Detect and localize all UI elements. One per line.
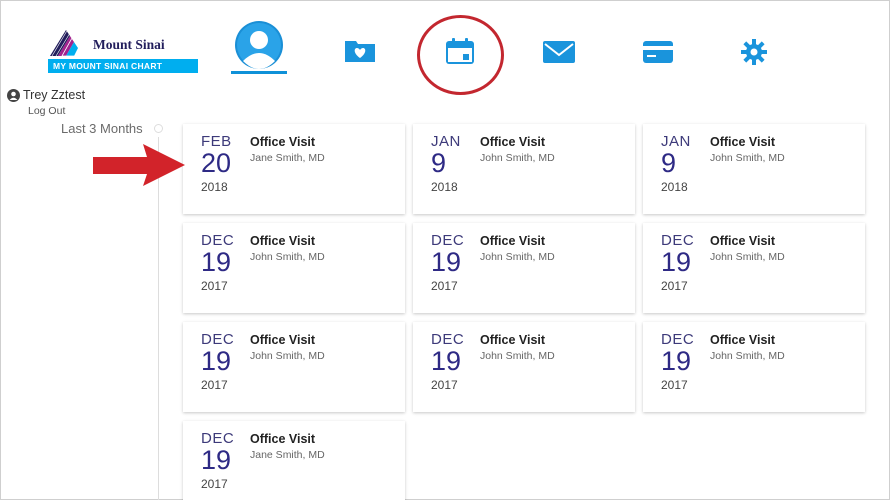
nav-messages[interactable] xyxy=(539,1,579,84)
visit-card[interactable]: DEC 19 2017 Office Visit John Smith, MD xyxy=(413,223,635,313)
visit-year: 2017 xyxy=(201,279,228,293)
visit-card[interactable]: DEC 19 2017 Office Visit John Smith, MD xyxy=(183,322,405,412)
visit-year: 2017 xyxy=(431,279,458,293)
visit-type: Office Visit xyxy=(710,333,776,347)
red-arrow-annotation xyxy=(93,144,185,186)
visit-day: 19 xyxy=(431,346,462,376)
mount-sinai-logo[interactable]: Mount Sinai MY MOUNT SINAI CHART xyxy=(48,26,198,74)
nav-settings[interactable] xyxy=(739,1,771,84)
avatar-icon xyxy=(235,21,283,69)
active-tab-indicator xyxy=(231,71,287,74)
visit-type: Office Visit xyxy=(710,135,776,149)
visit-day: 19 xyxy=(431,247,462,277)
mount-sinai-mark-icon xyxy=(50,28,85,56)
visit-provider: John Smith, MD xyxy=(710,350,785,362)
visit-year: 2017 xyxy=(661,279,688,293)
app-frame: Mount Sinai MY MOUNT SINAI CHART Trey Zz… xyxy=(0,0,890,500)
visit-type: Office Visit xyxy=(480,135,546,149)
visit-day: 19 xyxy=(661,346,692,376)
mail-icon xyxy=(543,41,575,63)
visit-year: 2017 xyxy=(661,378,688,392)
visit-year: 2017 xyxy=(201,378,228,392)
visit-provider: Jane Smith, MD xyxy=(250,449,325,461)
nav-billing[interactable] xyxy=(638,1,678,84)
logo-name: Mount Sinai xyxy=(93,37,165,52)
visit-day: 19 xyxy=(201,346,232,376)
visit-type: Office Visit xyxy=(480,333,546,347)
visit-card[interactable]: JAN 9 2018 Office Visit John Smith, MD xyxy=(643,124,865,214)
visit-card[interactable]: JAN 9 2018 Office Visit John Smith, MD xyxy=(413,124,635,214)
visit-day: 9 xyxy=(431,148,447,178)
gear-icon xyxy=(741,39,767,65)
timeline-dot xyxy=(154,124,163,133)
visit-provider: John Smith, MD xyxy=(480,350,555,362)
visit-provider: John Smith, MD xyxy=(710,152,785,164)
user-name: Trey Zztest xyxy=(23,88,86,102)
visit-provider: John Smith, MD xyxy=(480,152,555,164)
calendar-highlight-circle xyxy=(417,15,504,95)
visit-card[interactable]: DEC 19 2017 Office Visit John Smith, MD xyxy=(643,322,865,412)
visit-card[interactable]: DEC 19 2017 Office Visit John Smith, MD xyxy=(643,223,865,313)
logo-subtitle-bar: MY MOUNT SINAI CHART xyxy=(48,59,198,73)
visit-year: 2018 xyxy=(201,180,228,194)
visit-type: Office Visit xyxy=(250,333,316,347)
visit-type: Office Visit xyxy=(710,234,776,248)
visit-day: 19 xyxy=(661,247,692,277)
visit-year: 2017 xyxy=(201,477,228,491)
visit-card[interactable]: DEC 19 2017 Office Visit Jane Smith, MD xyxy=(183,421,405,500)
visit-card[interactable]: DEC 19 2017 Office Visit John Smith, MD xyxy=(413,322,635,412)
visit-year: 2017 xyxy=(431,378,458,392)
visit-provider: Jane Smith, MD xyxy=(250,152,325,164)
visit-card[interactable]: DEC 19 2017 Office Visit John Smith, MD xyxy=(183,223,405,313)
visit-year: 2018 xyxy=(661,180,688,194)
visit-day: 9 xyxy=(661,148,677,178)
nav-health-records[interactable] xyxy=(342,1,378,84)
visit-provider: John Smith, MD xyxy=(480,251,555,263)
time-filter-label[interactable]: Last 3 Months xyxy=(61,121,143,136)
nav-profile[interactable] xyxy=(229,1,289,84)
visit-type: Office Visit xyxy=(250,432,316,446)
visit-type: Office Visit xyxy=(250,234,316,248)
visit-day: 19 xyxy=(201,247,232,277)
header: Mount Sinai MY MOUNT SINAI CHART xyxy=(1,1,889,95)
visit-provider: John Smith, MD xyxy=(710,251,785,263)
visit-type: Office Visit xyxy=(480,234,546,248)
visit-card[interactable]: FEB 20 2018 Office Visit Jane Smith, MD xyxy=(183,124,405,214)
user-circle-icon xyxy=(7,89,20,102)
logout-link[interactable]: Log Out xyxy=(28,105,65,117)
visit-year: 2018 xyxy=(431,180,458,194)
visit-provider: John Smith, MD xyxy=(250,350,325,362)
visit-type: Office Visit xyxy=(250,135,316,149)
visit-provider: John Smith, MD xyxy=(250,251,325,263)
folder-heart-icon xyxy=(345,41,375,62)
timeline-line xyxy=(158,137,159,500)
credit-card-icon xyxy=(643,41,673,63)
visit-day: 19 xyxy=(201,445,232,475)
visit-day: 20 xyxy=(201,148,232,178)
